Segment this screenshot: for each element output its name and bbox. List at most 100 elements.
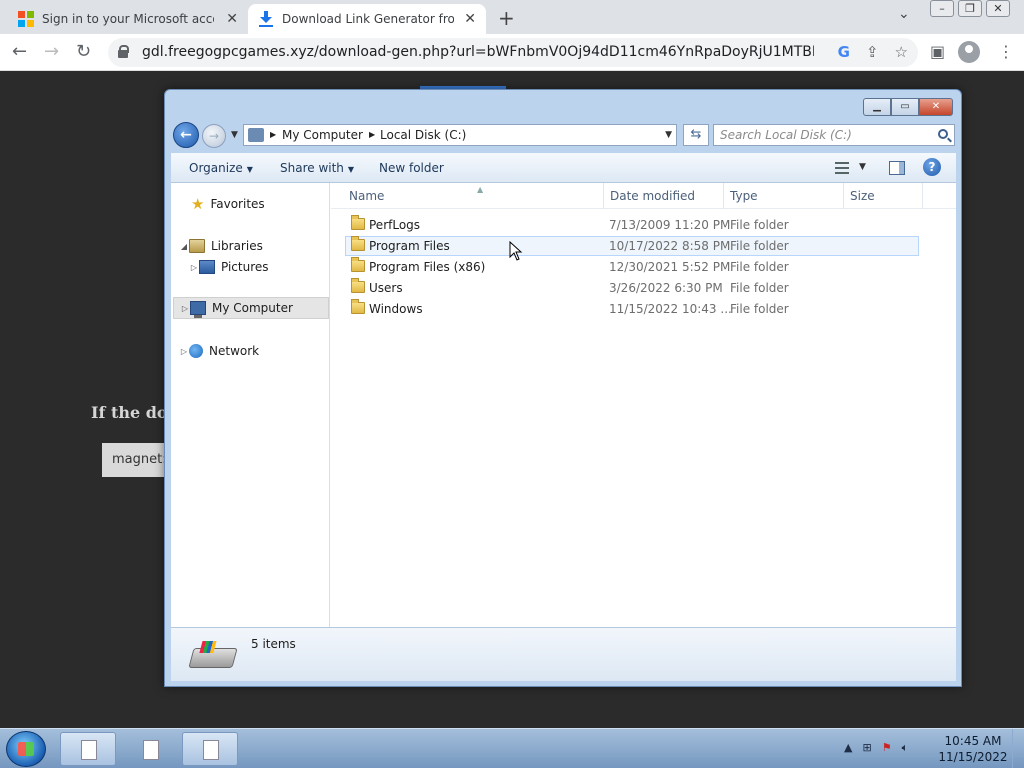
folder-icon — [351, 278, 365, 293]
breadcrumb-arrow-icon[interactable]: ▶ — [270, 130, 276, 139]
explorer-minimize-button[interactable]: ▁ — [863, 98, 891, 116]
refresh-button[interactable]: ⇆ — [683, 124, 709, 146]
url-text[interactable]: gdl.freegogpcgames.xyz/download-gen.php?… — [142, 44, 814, 60]
restore-button[interactable]: ❐ — [958, 0, 982, 17]
show-hidden-icons-icon[interactable]: ▲ — [844, 741, 852, 755]
search-icon[interactable] — [938, 129, 948, 139]
taskbar-app-2[interactable] — [122, 732, 178, 766]
expand-triangle-icon[interactable]: ▷ — [179, 347, 189, 356]
breadcrumb-my-computer[interactable]: My Computer — [282, 128, 363, 142]
tab-download-link-generator[interactable]: Download Link Generator from F ✕ — [248, 4, 486, 34]
nav-item-my-computer[interactable]: ▷ My Computer — [173, 297, 329, 319]
clock-date: 11/15/2022 — [938, 750, 1008, 764]
file-date: 10/17/2022 8:58 PM — [609, 239, 731, 253]
file-name: PerfLogs — [369, 218, 421, 232]
explorer-address-bar[interactable]: ▶ My Computer ▶ Local Disk (C:) ▼ — [243, 124, 677, 146]
help-icon[interactable]: ? — [923, 158, 941, 176]
explorer-titlebar[interactable]: ▁ ▭ ✕ — [165, 90, 961, 120]
column-header-name[interactable]: ▲ Name — [343, 183, 604, 209]
side-panel-icon[interactable]: ▣ — [930, 42, 945, 61]
collapse-triangle-icon[interactable]: ◢ — [179, 242, 189, 251]
preview-pane-icon[interactable] — [889, 161, 905, 175]
column-header-date-modified[interactable]: Date modified — [604, 183, 724, 209]
folder-icon — [351, 236, 365, 251]
start-button[interactable] — [6, 731, 46, 767]
recent-locations-chevron-icon[interactable]: ▼ — [231, 130, 238, 140]
browser-tab-strip: Sign in to your Microsoft accoun ✕ Downl… — [0, 0, 1024, 34]
file-type: File folder — [730, 239, 789, 253]
column-headers: ▲ Name Date modified Type Size — [331, 183, 956, 209]
show-desktop-button[interactable] — [1012, 729, 1024, 768]
minimize-button[interactable]: – — [930, 0, 954, 17]
network-icon[interactable]: ⊞ — [862, 741, 871, 755]
share-icon[interactable]: ⇪ — [866, 43, 879, 61]
close-tab-icon[interactable]: ✕ — [464, 11, 476, 27]
tab-microsoft-signin[interactable]: Sign in to your Microsoft accoun ✕ — [8, 4, 248, 34]
reload-icon[interactable]: ↻ — [76, 41, 91, 62]
new-folder-button[interactable]: New folder — [379, 161, 444, 175]
expand-triangle-icon[interactable]: ▷ — [189, 263, 199, 272]
file-type: File folder — [730, 281, 789, 295]
nav-item-pictures[interactable]: ▷ Pictures — [189, 256, 269, 278]
file-explorer-window: ▁ ▭ ✕ ← → ▼ ▶ My Computer ▶ Local Disk (… — [164, 89, 962, 687]
taskbar-app-1[interactable] — [60, 732, 116, 766]
volume-icon[interactable]: 🔈︎ — [902, 741, 909, 755]
explorer-forward-button[interactable]: → — [202, 124, 226, 148]
close-tab-icon[interactable]: ✕ — [226, 11, 238, 27]
search-input[interactable] — [714, 125, 924, 145]
clock-time: 10:45 AM — [944, 734, 1002, 748]
breadcrumb-local-disk[interactable]: Local Disk (C:) — [380, 128, 466, 142]
sort-ascending-icon: ▲ — [477, 185, 484, 194]
explorer-close-button[interactable]: ✕ — [919, 98, 953, 116]
more-menu-icon[interactable]: ⋮ — [998, 42, 1014, 61]
magnet-link-box[interactable]: magnet:? — [102, 443, 166, 477]
taskbar-app-3[interactable] — [182, 732, 238, 766]
explorer-search-box[interactable] — [713, 124, 955, 146]
google-translate-icon[interactable]: G — [838, 43, 850, 61]
libraries-icon — [189, 239, 205, 253]
forward-arrow-icon[interactable]: → — [44, 41, 59, 62]
browser-window-controls: – ❐ ✕ — [926, 0, 1010, 18]
microsoft-logo-icon — [18, 11, 34, 27]
close-button[interactable]: ✕ — [986, 0, 1010, 17]
column-header-type[interactable]: Type — [724, 183, 844, 209]
taskbar-clock[interactable]: 10:45 AM 11/15/2022 — [936, 733, 1010, 765]
nav-item-network[interactable]: ▷ Network — [179, 340, 259, 362]
profile-avatar[interactable] — [958, 41, 980, 63]
explorer-back-button[interactable]: ← — [173, 122, 199, 148]
file-row-program-files-x86[interactable]: Program Files (x86) 12/30/2021 5:52 PM F… — [345, 257, 919, 277]
action-center-flag-icon[interactable]: ⚑ — [882, 741, 892, 755]
network-globe-icon — [189, 344, 203, 358]
column-header-size[interactable]: Size — [844, 183, 923, 209]
back-arrow-icon[interactable]: ← — [12, 41, 27, 62]
file-list-pane: ▲ Name Date modified Type Size PerfLogs … — [331, 183, 956, 627]
pictures-icon — [199, 260, 215, 274]
explorer-maximize-button[interactable]: ▭ — [891, 98, 919, 116]
expand-triangle-icon[interactable]: ▷ — [180, 304, 190, 313]
folder-icon — [351, 215, 365, 230]
file-row-perflogs[interactable]: PerfLogs 7/13/2009 11:20 PM File folder — [345, 215, 919, 235]
breadcrumb-arrow-icon[interactable]: ▶ — [369, 130, 375, 139]
details-pane: 5 items — [171, 627, 956, 681]
navigation-pane: ★ Favorites ◢ Libraries ▷ Pictures ▷ My … — [171, 183, 330, 627]
nav-item-libraries[interactable]: ◢ Libraries — [179, 235, 263, 257]
file-row-windows[interactable]: Windows 11/15/2022 10:43 ... File folder — [345, 299, 919, 319]
tab-label: Sign in to your Microsoft accoun — [42, 12, 214, 26]
new-tab-button[interactable]: + — [498, 6, 515, 30]
nav-item-favorites[interactable]: ★ Favorites — [181, 193, 265, 215]
file-row-program-files[interactable]: Program Files 10/17/2022 8:58 PM File fo… — [345, 236, 919, 256]
change-view-icon[interactable] — [835, 162, 849, 174]
organize-button[interactable]: Organize ▼ — [189, 161, 253, 175]
address-bar[interactable]: gdl.freegogpcgames.xyz/download-gen.php?… — [108, 38, 918, 67]
address-dropdown-icon[interactable]: ▼ — [665, 130, 672, 140]
file-row-users[interactable]: Users 3/26/2022 6:30 PM File folder — [345, 278, 919, 298]
bookmark-star-icon[interactable]: ☆ — [895, 43, 908, 61]
file-type: File folder — [730, 218, 789, 232]
nav-label: Libraries — [211, 239, 263, 253]
explorer-command-bar: Organize ▼ Share with ▼ New folder ▼ ? — [171, 153, 956, 183]
tab-search-chevron-icon[interactable]: ⌄ — [898, 6, 910, 22]
file-date: 3/26/2022 6:30 PM — [609, 281, 723, 295]
file-date: 11/15/2022 10:43 ... — [609, 302, 732, 316]
view-options-chevron-icon[interactable]: ▼ — [859, 162, 866, 172]
share-with-button[interactable]: Share with ▼ — [280, 161, 354, 175]
